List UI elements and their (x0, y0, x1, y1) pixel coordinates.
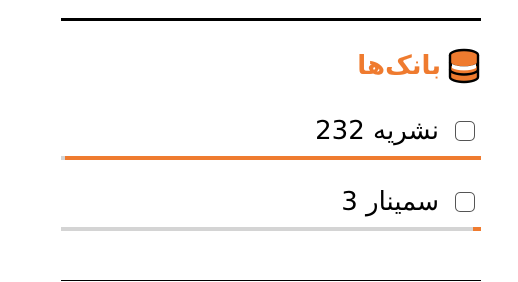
progress-fill-bank-2 (472, 227, 481, 231)
checkbox-bank-2[interactable] (455, 192, 475, 212)
bottom-divider (61, 280, 481, 281)
progress-bar-bank-2 (61, 227, 481, 231)
list-item-bank-2[interactable]: سمینار 3 (61, 182, 481, 222)
checkbox-bank-1[interactable] (455, 121, 475, 141)
progress-fill-bank-1 (65, 156, 481, 160)
bank-1-label: نشریه 232 (315, 116, 439, 146)
list-item-bank-1[interactable]: نشریه 232 (61, 111, 481, 151)
top-divider (61, 18, 481, 21)
panel-title: بانک‌ها (357, 51, 441, 81)
banks-panel: بانک‌ها نشریه 232 سمینار 3 (61, 18, 481, 282)
panel-header: بانک‌ها (357, 46, 481, 86)
bank-2-label: سمینار 3 (341, 187, 439, 217)
database-icon (448, 48, 480, 84)
progress-bar-bank-1 (61, 156, 481, 160)
